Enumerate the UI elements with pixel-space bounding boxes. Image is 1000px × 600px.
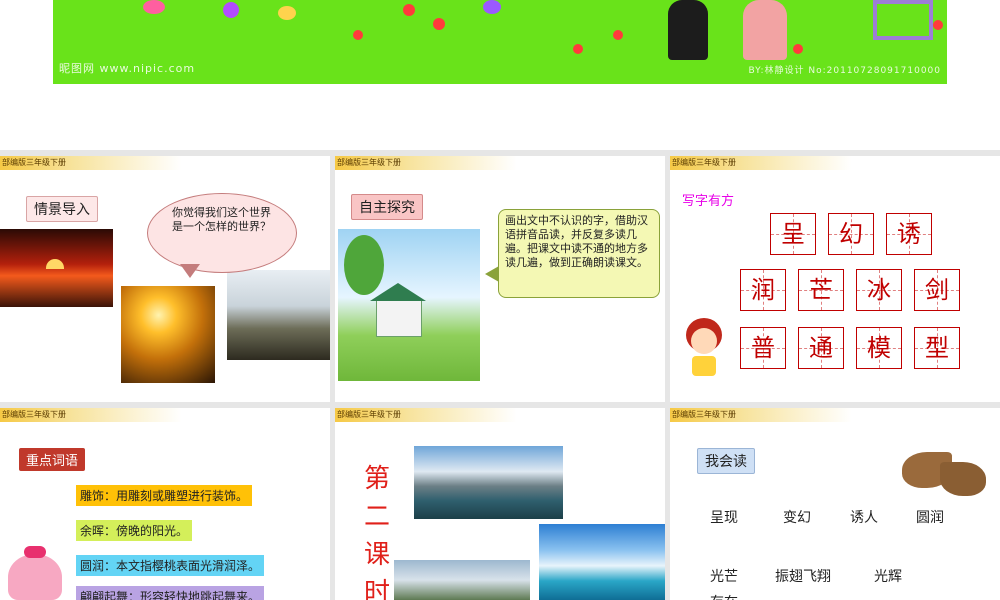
flower-icon [143,0,165,14]
character-box: 芒 [798,269,844,311]
term-definition: 余晖：傍晚的阳光。 [76,520,193,541]
character-box: 型 [914,327,960,369]
reading-word: 振翅飞翔 [775,569,831,585]
flower-icon [933,20,943,30]
lesson-period-title: 第 二 课 时 [364,464,391,600]
term-definition: 翩翩起舞：形容轻快地跳起舞来。 [76,586,265,600]
slide-header: 部编版三年级下册 [670,408,1000,422]
slide-header: 部编版三年级下册 [335,408,665,422]
slide-title: 写字有方 [682,194,735,209]
reading-word: 诱人 [850,510,878,526]
banner-watermark-right: BY:林静设计 No:20110728091710000 [748,66,941,76]
speech-bubble-text: 你觉得我们这个世界是一个怎样的世界？ [172,206,271,233]
slide-header-label: 部编版三年级下册 [2,158,66,167]
flower-icon [483,0,501,14]
slide-thumbnail-3[interactable]: 部编版三年级下册 写字有方 呈 幻 诱 润 芒 冰 剑 普 通 模 型 [670,156,1000,402]
section-label: 情景导入 [26,196,98,222]
character-box: 幻 [828,213,874,255]
character-box: 呈 [770,213,816,255]
character-box: 剑 [914,269,960,311]
slide-header-label: 部编版三年级下册 [672,158,736,167]
speech-bubble-tail [485,266,499,282]
slide-header-label: 部编版三年级下册 [2,410,66,419]
speech-bubble-text: 画出文中不认识的字，借助汉语拼音品读，并反复多读几遍。把课文中读不通的地方多读几… [505,214,648,269]
reading-word: 圆润 [916,510,944,526]
cartoon-girl-icon [682,314,726,378]
character-box: 普 [740,327,786,369]
flower-icon [353,30,363,40]
sun-icon [46,259,64,269]
reading-word: 光辉 [874,569,902,585]
slide-header-label: 部编版三年级下册 [337,410,401,419]
top-banner-image: 昵图网 www.nipic.com BY:林静设计 No:20110728091… [53,0,947,84]
reading-word: 呈现 [710,510,738,526]
speech-bubble-tail [180,264,200,278]
cartoon-child-icon [668,0,708,60]
alpine-lake-image [394,560,530,600]
flower-icon [793,44,803,54]
slide-thumbnail-4[interactable]: 部编版三年级下册 重点词语 雕饰：用雕刻或雕塑进行装饰。 余晖：傍晚的阳光。 圆… [0,408,330,600]
slide-header: 部编版三年级下册 [335,156,665,170]
slide-thumbnail-6[interactable]: 部编版三年级下册 我会读 呈现 变幻 诱人 圆润 光芒 振翅飞翔 光辉 存在 [670,408,1000,600]
house-icon [376,299,422,337]
flower-icon [613,30,623,40]
section-label: 重点词语 [19,448,86,471]
reading-word: 光芒 [710,569,738,585]
character-box: 诱 [886,213,932,255]
slide-header: 部编版三年级下册 [670,156,1000,170]
cartoon-mascot-icon [8,546,62,600]
swing-frame-icon [873,0,933,40]
tree-icon [344,235,384,295]
character-box: 润 [740,269,786,311]
boardwalk-image [227,270,330,360]
slide-thumbnail-2[interactable]: 部编版三年级下册 自主探究 画出文中不认识的字，借助汉语拼音品读，并反复多读几遍… [335,156,665,402]
slide-header-label: 部编版三年级下册 [337,158,401,167]
flower-icon [223,2,239,18]
tropical-sea-image [539,524,665,600]
term-definition: 雕饰：用雕刻或雕塑进行装饰。 [76,485,253,506]
cartoon-child-icon [743,0,787,60]
term-definition: 圆润：本文指樱桃表面光滑润泽。 [76,555,265,576]
flower-icon [403,4,415,16]
character-box: 通 [798,327,844,369]
slide-thumbnail-1[interactable]: 部编版三年级下册 情景导入 你觉得我们这个世界是一个怎样的世界？ [0,156,330,402]
house-landscape-image [338,229,480,381]
mountain-lake-image [414,446,563,519]
section-label: 我会读 [697,448,755,474]
sunset-image [0,229,113,307]
character-box: 冰 [856,269,902,311]
reading-word: 变幻 [783,510,811,526]
flower-icon [433,18,445,30]
section-label: 自主探究 [351,194,423,220]
character-box: 模 [856,327,902,369]
flower-icon [278,6,296,20]
slide-thumbnail-5[interactable]: 部编版三年级下册 第 二 课 时 [335,408,665,600]
slide-header: 部编版三年级下册 [0,408,330,422]
couple-sunset-image [121,286,215,383]
slide-header: 部编版三年级下册 [0,156,330,170]
flower-icon [573,44,583,54]
banner-watermark-left: 昵图网 www.nipic.com [59,62,196,75]
reading-word: 存在 [710,592,738,600]
birds-icon [902,442,990,504]
slide-header-label: 部编版三年级下册 [672,410,736,419]
